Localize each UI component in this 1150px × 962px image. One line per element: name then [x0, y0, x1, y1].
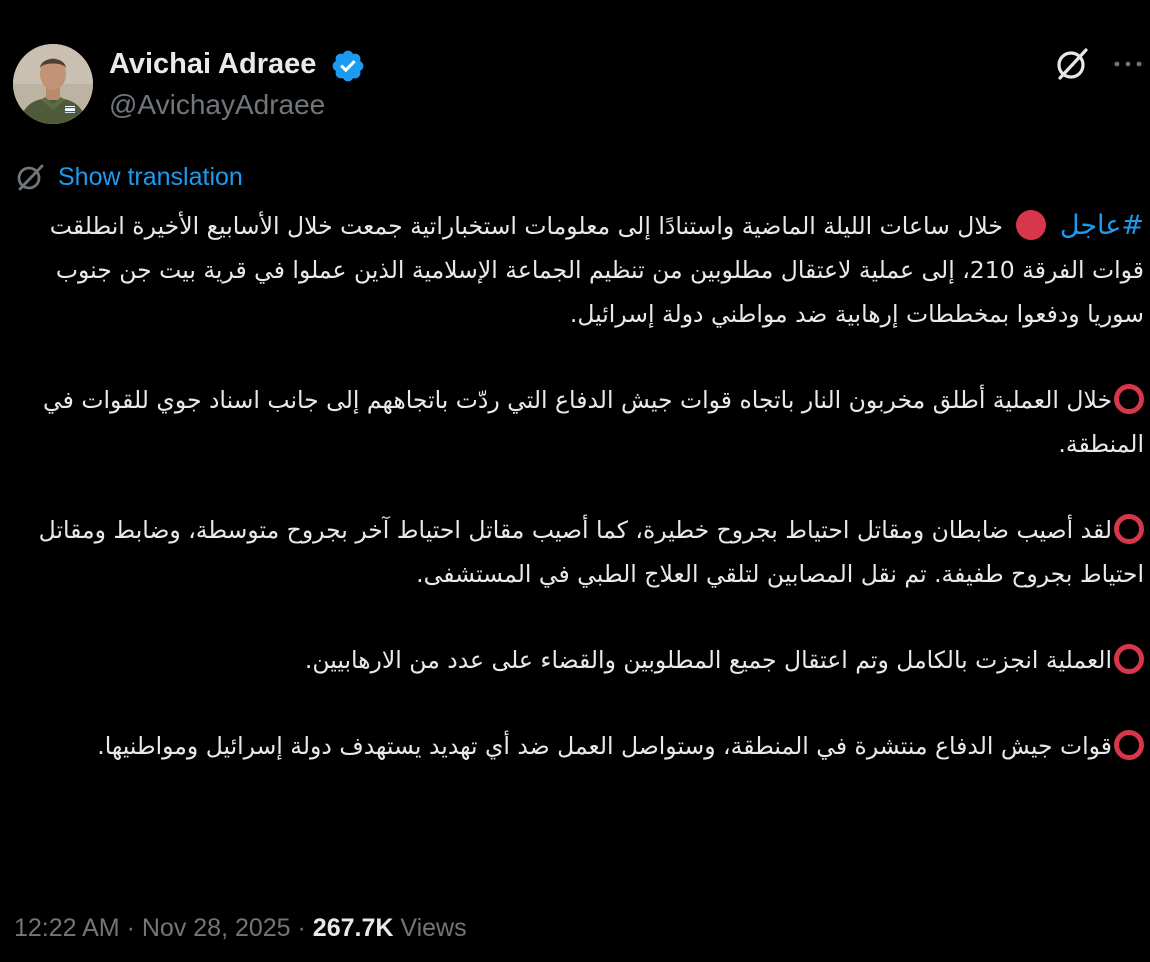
author-handle[interactable]: @AvichayAdraee: [109, 87, 325, 123]
paragraph-text: العملية انجزت بالكامل وتم اعتقال جميع ال…: [304, 646, 1112, 674]
author-name[interactable]: Avichai Adraee: [109, 46, 316, 82]
paragraph-text: خلال العملية أطلق مخربون النار باتجاه قو…: [43, 386, 1144, 458]
tweet-paragraph: لقد أصيب ضابطان ومقاتل احتياط بجروح خطير…: [14, 508, 1144, 596]
tweet-paragraph: #عاجل خلال ساعات الليلة الماضية واستنادً…: [14, 204, 1144, 336]
more-icon: [1114, 61, 1142, 67]
hollow-red-circle-emoji-icon: [1114, 644, 1144, 674]
paragraph-text: لقد أصيب ضابطان ومقاتل احتياط بجروح خطير…: [38, 516, 1144, 588]
verified-badge-icon: [330, 48, 366, 84]
views-label: Views: [393, 914, 467, 942]
avatar[interactable]: [13, 44, 93, 124]
tweet-text: #عاجل خلال ساعات الليلة الماضية واستنادً…: [14, 204, 1144, 810]
tweet-meta: 12:22 AM · Nov 28, 2025 · 267.7K Views: [14, 910, 467, 946]
tweet: Avichai Adraee @AvichayAdraee Show trans…: [0, 0, 1150, 962]
paragraph-text: خلال ساعات الليلة الماضية واستنادًا إلى …: [49, 212, 1144, 328]
tweet-date[interactable]: Nov 28, 2025: [142, 914, 291, 942]
tweet-time[interactable]: 12:22 AM: [14, 914, 120, 942]
show-translation-label: Show translation: [58, 162, 243, 191]
more-button[interactable]: [1108, 48, 1148, 80]
avatar-image: [13, 44, 93, 124]
red-circle-emoji-icon: [1016, 210, 1047, 240]
tweet-paragraph: خلال العملية أطلق مخربون النار باتجاه قو…: [14, 378, 1144, 466]
hashtag-link[interactable]: #عاجل: [1060, 210, 1144, 241]
hollow-red-circle-emoji-icon: [1114, 514, 1144, 544]
meta-separator: ·: [290, 914, 313, 942]
meta-separator: ·: [119, 914, 142, 942]
grok-icon: [17, 164, 44, 191]
tweet-paragraph: قوات جيش الدفاع منتشرة في المنطقة، وستوا…: [14, 724, 1144, 768]
tweet-paragraph: العملية انجزت بالكامل وتم اعتقال جميع ال…: [14, 638, 1144, 682]
show-translation-button[interactable]: Show translation: [14, 159, 243, 195]
paragraph-text: قوات جيش الدفاع منتشرة في المنطقة، وستوا…: [97, 732, 1112, 760]
views-count: 267.7K: [312, 914, 394, 942]
grok-translate-icon[interactable]: [1052, 44, 1092, 84]
hollow-red-circle-emoji-icon: [1114, 384, 1144, 414]
hollow-red-circle-emoji-icon: [1114, 730, 1144, 760]
